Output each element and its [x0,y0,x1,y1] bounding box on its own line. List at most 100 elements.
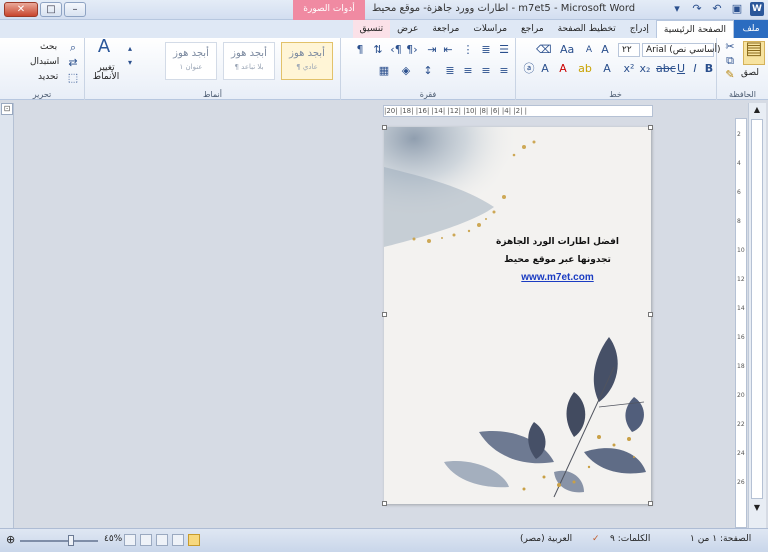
cut-icon[interactable]: ✂ [723,40,737,54]
sort-icon[interactable]: ⇅ [371,43,385,57]
save-icon[interactable]: ▣ [730,2,744,16]
font-name-combo[interactable]: Arial (أساسي نص) [642,43,720,57]
tab-1[interactable]: الصفحة الرئيسية [655,20,734,38]
superscript-icon[interactable]: x² [622,62,636,76]
font-color-icon[interactable]: A [556,62,570,76]
style-sample: أبجد هوز [173,48,209,59]
rtl-icon[interactable]: ‹¶ [389,43,403,57]
editing-label: تحرير [32,90,52,99]
draft-view-button[interactable] [124,534,136,546]
resize-handle-br[interactable] [648,501,653,506]
web-layout-view-button[interactable] [156,534,168,546]
customize-qat-icon[interactable]: ▾ [670,2,684,16]
zoom-in-icon[interactable]: ⊕ [6,533,15,546]
line-spacing-icon[interactable]: ↕ [421,64,435,78]
full-screen-view-button[interactable] [172,534,184,546]
borders-icon[interactable]: ▦ [377,64,391,78]
copy-icon[interactable]: ⧉ [723,54,737,68]
scroll-up-icon[interactable]: ▲ [751,105,763,115]
highlight-icon[interactable]: ab [578,62,592,76]
tab-8[interactable]: تنسيق [352,20,391,38]
enclose-char-icon[interactable]: ⓐ [522,62,536,76]
align-right-icon[interactable]: ≡ [497,64,511,78]
resize-handle-bl[interactable] [382,501,387,506]
zoom-level[interactable]: ٤٥% [104,534,122,544]
vertical-scrollbar[interactable]: ▲ ▼ [748,103,766,528]
tab-5[interactable]: مراسلات [466,20,514,38]
change-case-icon[interactable]: Aa [560,43,574,57]
doc-website-link[interactable]: www.m7et.com [384,272,651,283]
tab-6[interactable]: مراجعة [425,20,466,38]
maximize-button[interactable]: □ [40,2,62,17]
bold-icon[interactable]: B [702,62,716,76]
page-count[interactable]: الصفحة: ١ من ١ [690,534,751,544]
increase-indent-icon[interactable]: ⇥ [425,43,439,57]
select-icon[interactable]: ⬚ [66,71,80,85]
clipboard-label: الحافظة [729,90,756,99]
show-formatting-icon[interactable]: ¶ [353,43,367,57]
doc-subheading-line[interactable]: تجدونها عبر موقع محيط [384,255,651,265]
bullets-icon[interactable]: ☰ [497,43,511,57]
char-shading-icon[interactable]: A [538,62,552,76]
document-page[interactable]: افضل اطارات الورد الجاهزة تجدونها عبر مو… [384,127,651,504]
numbering-icon[interactable]: ≣ [479,43,493,57]
underline-icon[interactable]: U [674,62,688,76]
minimize-button[interactable]: – [64,2,86,17]
scroll-thumb[interactable] [751,119,763,499]
paragraph-group: ☰ ≣ ⋮ ⇤ ⇥ ¶› ‹¶ ⇅ ¶ ≡ ≡ ≡ ≣ ↕ ◈ ▦ فقرة [340,38,515,100]
font-size-combo[interactable]: ٢٢ [618,43,640,57]
language-indicator[interactable]: العربية (مصر) [520,534,572,544]
doc-heading-line[interactable]: افضل اطارات الورد الجاهزة [384,237,651,247]
style-item[interactable]: أبجد هوز ¶ عادي [281,42,333,80]
replace-button[interactable]: استبدال [30,57,59,67]
align-center-icon[interactable]: ≡ [479,64,493,78]
find-icon[interactable]: ⌕ [66,41,80,55]
proofing-icon[interactable]: ✓ [592,534,600,544]
word-count[interactable]: الكلمات: ٩ [610,534,650,544]
tab-4[interactable]: مراجع [514,20,551,38]
styles-scroll-icon[interactable]: ▴ [123,42,137,56]
clear-formatting-icon[interactable]: ⌫ [536,43,552,57]
undo-icon[interactable]: ↶ [710,2,724,16]
tab-0[interactable]: ملف [734,20,768,38]
resize-handle-mr[interactable] [648,312,653,317]
paste-icon[interactable]: ▤ [743,40,765,65]
subscript-icon[interactable]: x₂ [638,62,652,76]
shrink-font-icon[interactable]: A [582,43,596,57]
zoom-slider-track[interactable] [20,540,98,542]
change-styles-icon[interactable]: A [93,38,115,60]
tab-2[interactable]: إدراج [623,20,656,38]
find-button[interactable]: بحث [40,42,57,52]
redo-icon[interactable]: ↷ [690,2,704,16]
zoom-slider-thumb[interactable] [68,535,74,546]
tab-7[interactable]: عرض [390,20,425,38]
ruler-toggle-icon[interactable]: ⊡ [1,103,13,115]
resize-handle-ml[interactable] [382,312,387,317]
styles-more-icon[interactable]: ▾ [123,56,137,70]
ruler-number: 18 [737,363,745,370]
ltr-icon[interactable]: ¶› [405,43,419,57]
align-left-icon[interactable]: ≡ [461,64,475,78]
format-painter-icon[interactable]: ✎ [723,68,737,82]
replace-icon[interactable]: ⇄ [66,56,80,70]
shading-icon[interactable]: ◈ [399,64,413,78]
justify-icon[interactable]: ≣ [443,64,457,78]
resize-handle-tl[interactable] [382,125,387,130]
select-button[interactable]: تحديد [38,72,58,82]
print-layout-view-button[interactable] [188,534,200,546]
text-effects-icon[interactable]: A [600,62,614,76]
close-button[interactable]: ✕ [4,2,38,17]
multilevel-list-icon[interactable]: ⋮ [461,43,475,57]
paste-button[interactable]: لصق [741,68,759,78]
decrease-indent-icon[interactable]: ⇤ [441,43,455,57]
style-item[interactable]: أبجد هوز عنوان ١ [165,42,217,80]
style-item[interactable]: أبجد هوز ¶ بلا تباعد [223,42,275,80]
outline-view-button[interactable] [140,534,152,546]
italic-icon[interactable]: I [688,62,702,76]
tab-3[interactable]: تخطيط الصفحة [551,20,623,38]
resize-handle-tr[interactable] [648,125,653,130]
grow-font-icon[interactable]: A [598,43,612,57]
strikethrough-icon[interactable]: abc [656,62,676,76]
change-styles-button[interactable]: تغيير الأنماط [91,64,121,82]
scroll-down-icon[interactable]: ▼ [751,503,763,513]
